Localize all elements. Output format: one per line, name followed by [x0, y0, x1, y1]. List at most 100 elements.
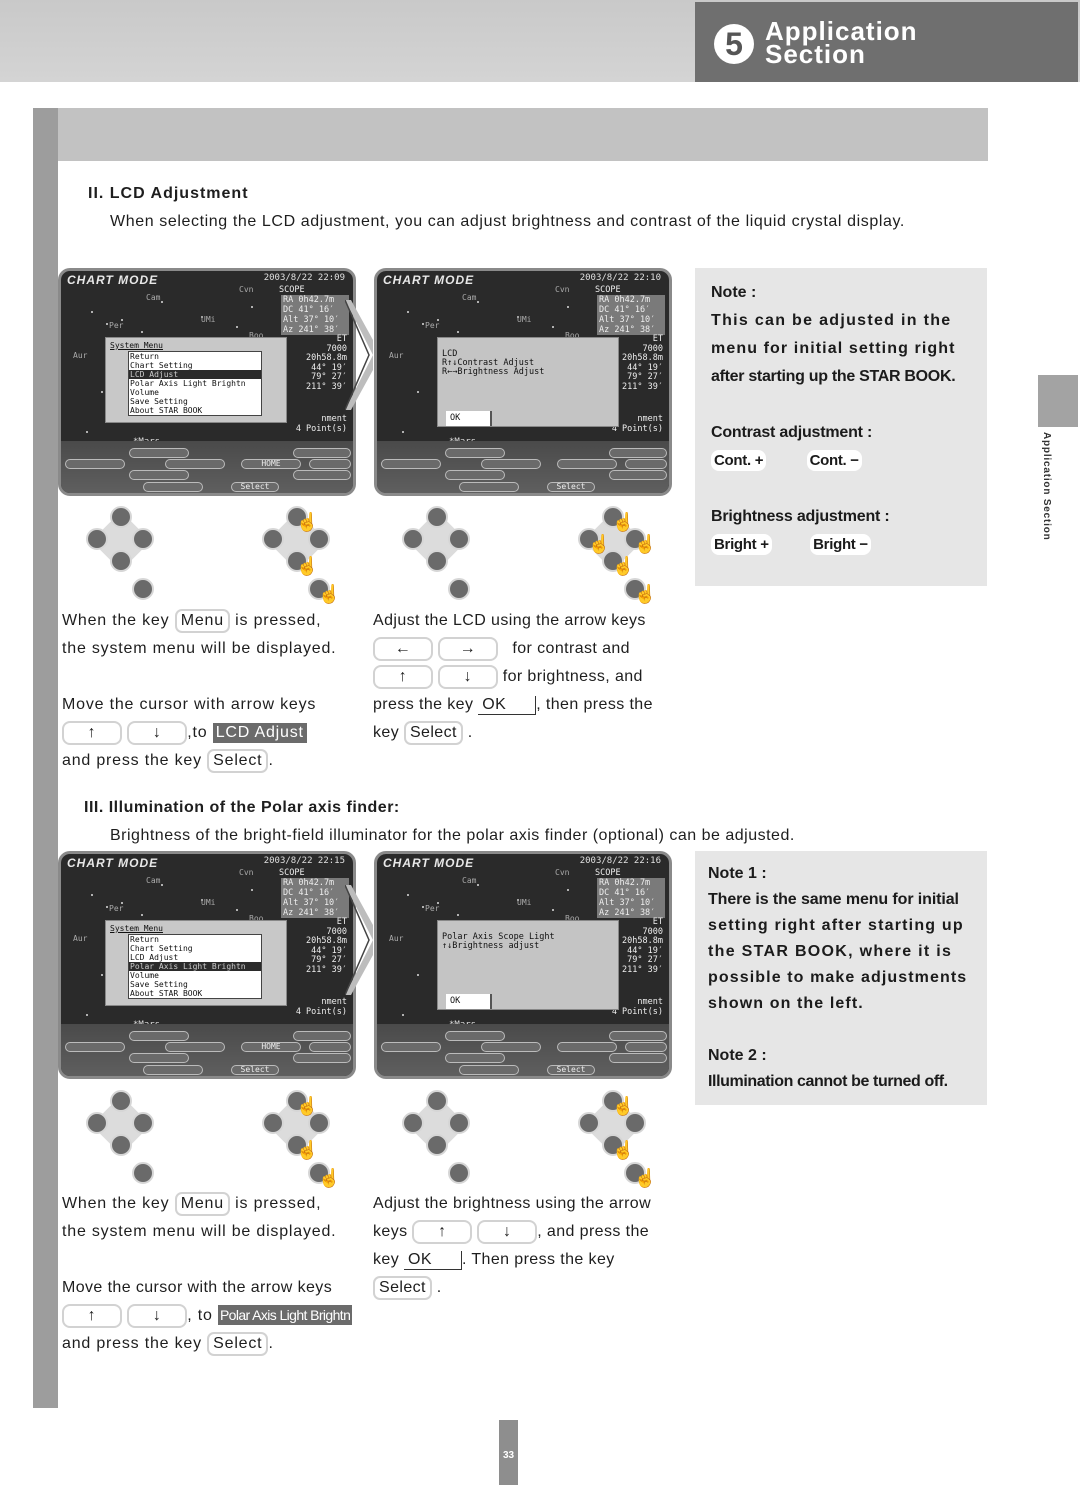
menu-key[interactable]: Menu [174, 609, 230, 633]
lcd-soft-button[interactable] [129, 1053, 189, 1063]
select-key-dot[interactable] [132, 1162, 154, 1184]
system-menu-item[interactable]: Return [129, 352, 261, 361]
dialog-ok-button[interactable]: OK [446, 994, 492, 1009]
select-key[interactable]: Select [207, 749, 269, 773]
right-key-dot[interactable] [308, 1112, 330, 1134]
lcd-soft-button[interactable] [129, 448, 189, 458]
ok-key[interactable]: OK [478, 696, 537, 715]
lcd-soft-button[interactable] [65, 459, 125, 469]
system-menu-item[interactable]: Save Setting [129, 980, 261, 989]
lcd-soft-button[interactable] [381, 459, 441, 469]
system-menu-item[interactable]: Polar Axis Light Brightn [129, 379, 261, 388]
lcd-soft-button[interactable] [165, 1042, 225, 1052]
up-arrow-key[interactable]: ↑ [412, 1220, 473, 1244]
left-key-dot[interactable] [86, 1112, 108, 1134]
right-key-dot[interactable] [132, 528, 154, 550]
lcd-soft-button[interactable] [445, 470, 505, 480]
up-key-dot[interactable] [110, 1090, 132, 1112]
right-key-dot[interactable] [448, 1112, 470, 1134]
lcd-soft-button[interactable] [293, 470, 351, 480]
down-arrow-key[interactable]: ↓ [127, 721, 188, 745]
up-key-dot[interactable] [426, 506, 448, 528]
system-menu-item[interactable]: Volume [129, 971, 261, 980]
lcd-soft-button[interactable] [293, 448, 351, 458]
lcd-soft-button[interactable] [445, 1053, 505, 1063]
lcd-soft-button[interactable] [481, 1042, 541, 1052]
system-menu-item[interactable]: Return [129, 935, 261, 944]
system-menu-item[interactable]: LCD Adjust [129, 370, 261, 379]
lcd-soft-button[interactable] [293, 1053, 351, 1063]
select-key[interactable]: Select [403, 721, 463, 745]
left-key-dot[interactable] [86, 528, 108, 550]
select-key[interactable]: Select [207, 1332, 269, 1356]
right-key-dot[interactable] [308, 528, 330, 550]
bright-minus-button[interactable]: Bright − [810, 534, 871, 555]
up-arrow-key[interactable]: ↑ [62, 1304, 122, 1328]
left-key-dot[interactable] [402, 528, 424, 550]
system-menu-item[interactable]: LCD Adjust [129, 953, 261, 962]
lcd-soft-button[interactable] [293, 1031, 351, 1041]
select-key-dot[interactable] [132, 578, 154, 600]
right-key-dot[interactable] [448, 528, 470, 550]
down-key-dot[interactable] [110, 550, 132, 572]
system-menu-item[interactable]: About STAR BOOK [129, 989, 261, 998]
lcd-soft-button[interactable] [609, 1053, 667, 1063]
select-key-dot[interactable] [448, 578, 470, 600]
lcd-soft-button[interactable] [625, 459, 667, 469]
lcd-soft-button[interactable] [165, 459, 225, 469]
right-arrow-key[interactable]: → [437, 637, 498, 661]
system-menu-item[interactable]: Chart Setting [129, 361, 261, 370]
lcd-soft-button[interactable] [481, 459, 541, 469]
contrast-plus-button[interactable]: Cont. + [711, 450, 767, 471]
ok-key[interactable]: OK [403, 1251, 462, 1270]
lcd-home-button[interactable]: HOME [241, 459, 301, 469]
lcd-soft-button[interactable] [129, 470, 189, 480]
bright-plus-button[interactable]: Bright + [711, 534, 772, 555]
dialog-ok-button[interactable]: OK [446, 411, 492, 426]
lcd-home-button[interactable] [557, 459, 617, 469]
lcd-soft-button[interactable] [381, 1042, 441, 1052]
up-arrow-key[interactable]: ↑ [373, 665, 433, 689]
lcd-home-button[interactable]: HOME [241, 1042, 301, 1052]
lcd-soft-button[interactable] [445, 1031, 505, 1041]
left-key-dot[interactable] [262, 1112, 284, 1134]
right-key-dot[interactable] [132, 1112, 154, 1134]
lcd-soft-button[interactable] [445, 448, 505, 458]
up-arrow-key[interactable]: ↑ [62, 721, 122, 745]
system-menu-item[interactable]: Save Setting [129, 397, 261, 406]
menu-key[interactable]: Menu [174, 1192, 230, 1216]
system-menu-item[interactable]: Chart Setting [129, 944, 261, 953]
left-key-dot[interactable] [262, 528, 284, 550]
lcd-soft-button[interactable] [143, 482, 203, 492]
lcd-soft-button[interactable] [609, 1031, 667, 1041]
system-menu-item[interactable]: Volume [129, 388, 261, 397]
right-key-dot[interactable] [624, 1112, 646, 1134]
down-arrow-key[interactable]: ↓ [477, 1220, 538, 1244]
select-key[interactable]: Select [373, 1276, 432, 1300]
lcd-select-button[interactable]: Select [231, 482, 279, 492]
lcd-soft-button[interactable] [309, 459, 351, 469]
lcd-select-button[interactable]: Select [547, 1065, 595, 1075]
lcd-soft-button[interactable] [65, 1042, 125, 1052]
select-key-dot[interactable] [448, 1162, 470, 1184]
down-key-dot[interactable] [426, 1134, 448, 1156]
left-key-dot[interactable] [402, 1112, 424, 1134]
lcd-home-button[interactable] [557, 1042, 617, 1052]
contrast-minus-button[interactable]: Cont. − [806, 450, 862, 471]
down-key-dot[interactable] [110, 1134, 132, 1156]
lcd-soft-button[interactable] [309, 1042, 351, 1052]
up-key-dot[interactable] [110, 506, 132, 528]
down-arrow-key[interactable]: ↓ [127, 1304, 188, 1328]
up-key-dot[interactable] [426, 1090, 448, 1112]
lcd-soft-button[interactable] [625, 1042, 667, 1052]
lcd-soft-button[interactable] [609, 448, 667, 458]
lcd-soft-button[interactable] [143, 1065, 203, 1075]
system-menu-item[interactable]: Polar Axis Light Brightn [129, 962, 261, 971]
down-key-dot[interactable] [426, 550, 448, 572]
lcd-soft-button[interactable] [459, 1065, 519, 1075]
down-arrow-key[interactable]: ↓ [437, 665, 498, 689]
left-arrow-key[interactable]: ← [373, 637, 433, 661]
lcd-select-button[interactable]: Select [231, 1065, 279, 1075]
left-key-dot[interactable] [578, 1112, 600, 1134]
lcd-soft-button[interactable] [609, 470, 667, 480]
